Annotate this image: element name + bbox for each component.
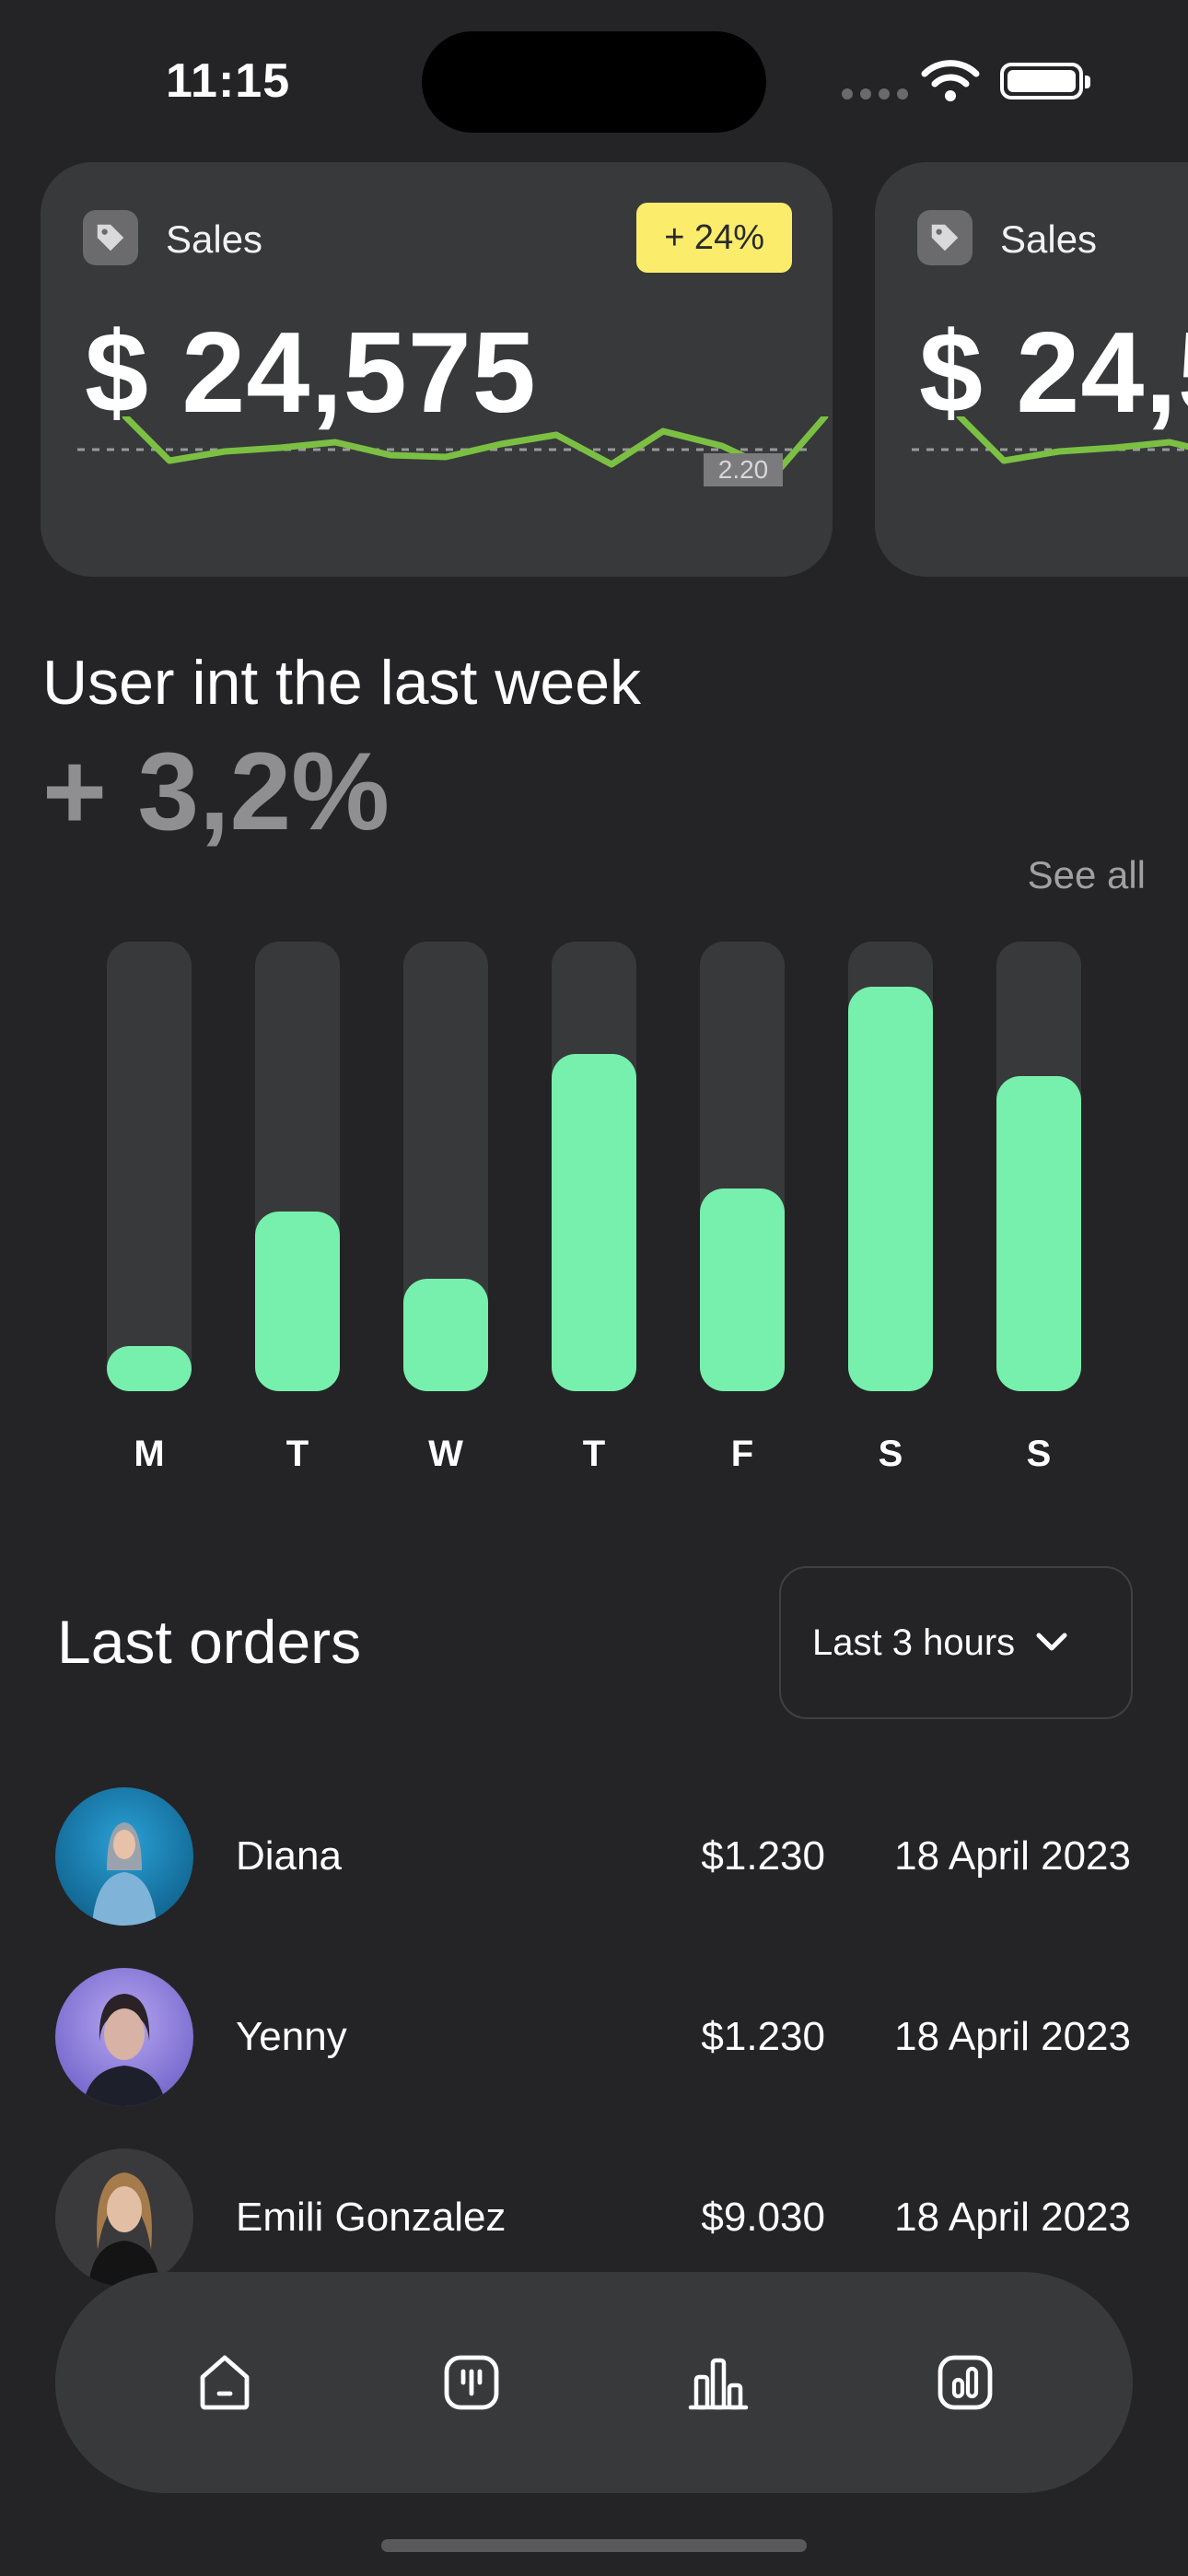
bar-3[interactable]: [552, 1054, 636, 1391]
dashboard-icon[interactable]: [433, 2344, 510, 2421]
time-filter-dropdown[interactable]: Last 3 hours: [779, 1566, 1133, 1719]
bar-day-label: W: [428, 1434, 463, 1474]
bar-track: [996, 942, 1081, 1391]
order-customer-name: Yenny: [236, 2014, 347, 2059]
order-amount: $1.230: [701, 1833, 825, 1879]
app-screen: 11:15 Sales + 24% $ 24,575 2.20 Sales $ …: [0, 0, 1188, 2576]
sparkline-marker: 2.20: [704, 453, 783, 486]
order-date: 18 April 2023: [894, 2014, 1131, 2059]
dynamic-island: [422, 31, 766, 133]
growth-badge: + 24%: [636, 203, 792, 273]
bar-day-label: F: [730, 1434, 754, 1474]
card-label: Sales: [1000, 217, 1098, 261]
bar-track: [255, 942, 340, 1391]
weekly-title: User int the last week: [42, 648, 642, 718]
tag-icon: [917, 210, 973, 265]
bar-track: [107, 942, 192, 1391]
time-filter-label: Last 3 hours: [812, 1622, 1016, 1663]
order-row[interactable]: Diana $1.230 18 April 2023: [0, 1787, 1188, 1926]
weekly-change: + 3,2%: [42, 730, 390, 853]
order-amount: $9.030: [701, 2195, 825, 2240]
bar-2[interactable]: [403, 1279, 488, 1391]
sales-card[interactable]: Sales + 24% $ 24,575 2.20: [41, 162, 833, 577]
home-indicator[interactable]: [381, 2539, 807, 2552]
bar-4[interactable]: [700, 1188, 785, 1391]
bar-day-label: M: [134, 1434, 165, 1474]
sales-sparkline: [912, 416, 1188, 464]
bar-6[interactable]: [996, 1076, 1081, 1391]
bar-track: [700, 942, 785, 1391]
sales-card-secondary[interactable]: Sales $ 24,575: [875, 162, 1188, 577]
bottom-tab-bar: [55, 2272, 1133, 2493]
wifi-icon: [921, 60, 980, 101]
avatar-diana: [55, 1787, 193, 1926]
order-date: 18 April 2023: [894, 1833, 1131, 1879]
bar-0[interactable]: [107, 1346, 192, 1391]
avatar-yenny: [55, 1968, 193, 2106]
bar-day-label: S: [1026, 1434, 1052, 1474]
card-label: Sales: [166, 217, 263, 261]
order-amount: $1.230: [701, 2014, 825, 2059]
bar-track: [848, 942, 933, 1391]
bar-day-label: T: [582, 1434, 606, 1474]
bar-5[interactable]: [848, 987, 933, 1391]
chevron-down-icon: [1036, 1633, 1067, 1651]
avatar-emili: [55, 2149, 193, 2287]
bar-1[interactable]: [255, 1212, 340, 1391]
cellular-signal-icon: [842, 88, 908, 100]
see-all-link[interactable]: See all: [1028, 853, 1146, 897]
weekly-bar-chart: [0, 942, 1188, 1393]
bar-track: [552, 942, 636, 1391]
tag-icon: [83, 210, 138, 265]
order-customer-name: Diana: [236, 1833, 342, 1879]
bar-track: [403, 942, 488, 1391]
bar-day-label: S: [878, 1434, 903, 1474]
order-row[interactable]: Emili Gonzalez $9.030 18 April 2023: [0, 2149, 1188, 2287]
status-time: 11:15: [166, 54, 291, 108]
bar-chart-icon[interactable]: [680, 2344, 757, 2421]
order-row[interactable]: Yenny $1.230 18 April 2023: [0, 1968, 1188, 2106]
bar-day-label: T: [285, 1434, 309, 1474]
analytics-icon[interactable]: [926, 2344, 1004, 2421]
order-customer-name: Emili Gonzalez: [236, 2195, 507, 2240]
order-date: 18 April 2023: [894, 2195, 1131, 2240]
orders-title: Last orders: [57, 1608, 362, 1676]
home-icon[interactable]: [186, 2344, 263, 2421]
battery-icon: [1000, 63, 1090, 100]
